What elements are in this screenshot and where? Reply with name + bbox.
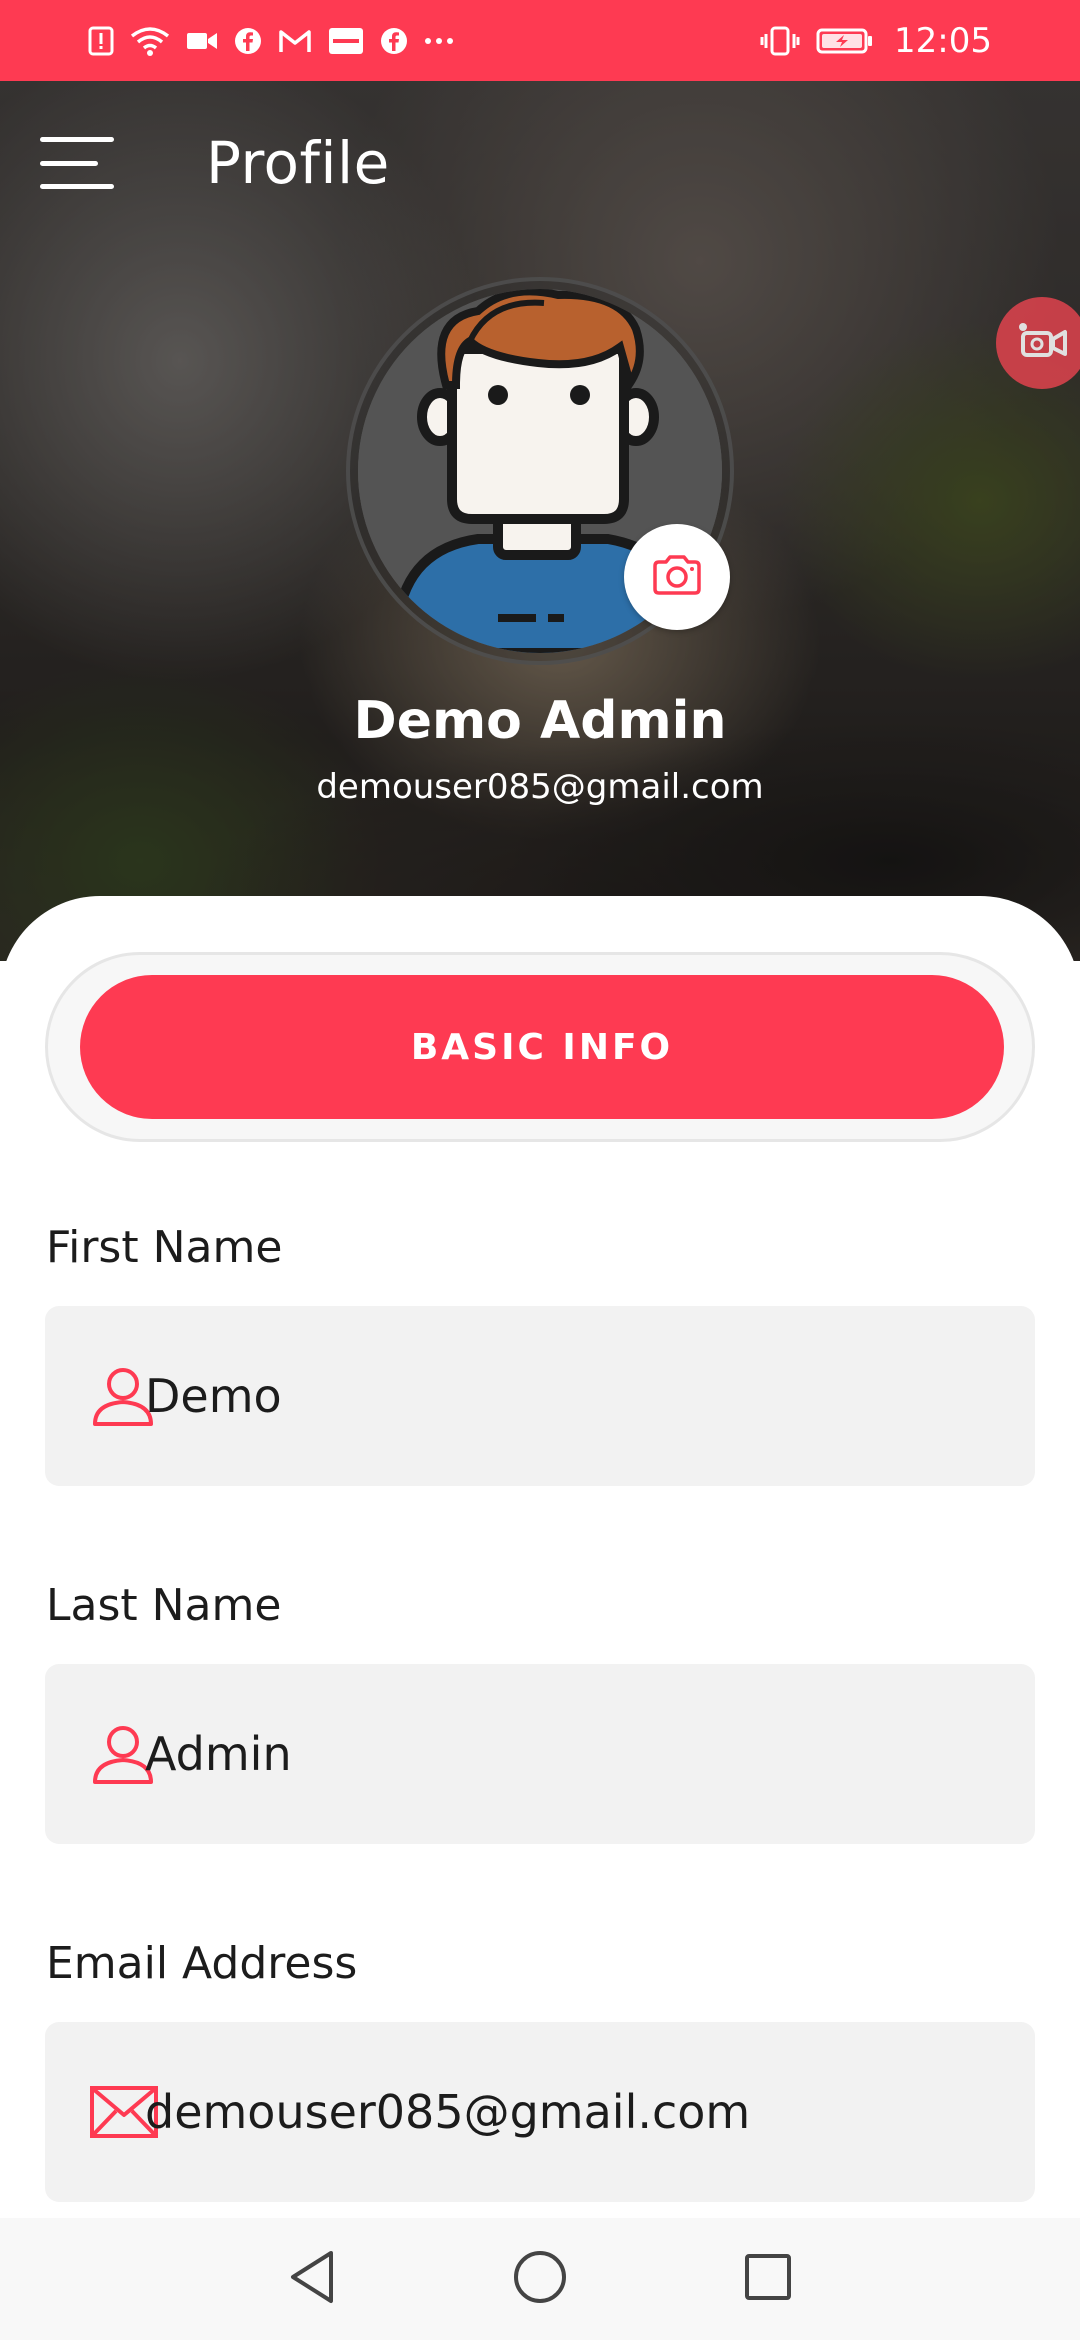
alert-icon [88,26,114,56]
back-icon [287,2249,337,2309]
email-input[interactable] [145,2085,925,2139]
last-name-label: Last Name [46,1580,282,1631]
battery-charging-icon [816,27,874,55]
menu-icon-line [40,160,98,166]
profile-name: Demo Admin [353,691,727,751]
first-name-label: First Name [46,1222,283,1273]
status-bar: 12:05 [0,0,1080,81]
profile-form-card: BASIC INFO First Name Last Name Email Ad… [0,896,1080,2202]
page-title: Profile [206,129,390,197]
navigation-bar [0,2218,1080,2340]
vibrate-icon [760,26,800,56]
video-call-button[interactable] [996,297,1080,389]
menu-icon-line [40,137,114,142]
menu-button[interactable] [40,131,118,195]
camera-icon [651,554,703,600]
recents-icon [743,2252,793,2306]
wifi-icon [130,26,170,56]
status-time: 12:05 [894,20,992,61]
first-name-field[interactable] [45,1306,1035,1486]
facebook-icon [234,27,262,55]
recents-button[interactable] [733,2244,803,2314]
change-photo-button[interactable] [624,524,730,630]
last-name-field[interactable] [45,1664,1035,1844]
facebook-icon [380,27,408,55]
last-name-input[interactable] [145,1727,925,1781]
status-left [88,26,454,56]
video-icon [186,30,218,52]
profile-email: demouser085@gmail.com [316,767,764,807]
email-field[interactable] [45,2022,1035,2202]
tab-bar: BASIC INFO [45,952,1035,1142]
status-right: 12:05 [760,21,992,61]
zomato-icon [328,27,364,55]
profile-header-background: Profile Demo Admin demouser085@gmail.com [0,81,1080,961]
profile-screen: 12:05 Profile Demo Admin demouser085@gma… [0,0,1080,2340]
gmail-icon [278,28,312,54]
more-icon [424,36,454,46]
video-camera-icon [1013,321,1071,365]
home-button[interactable] [505,2244,575,2314]
email-label: Email Address [46,1938,358,1989]
home-icon [512,2249,568,2309]
back-button[interactable] [277,2244,347,2314]
menu-icon-line [40,184,114,189]
first-name-input[interactable] [145,1369,925,1423]
tab-basic-info[interactable]: BASIC INFO [80,975,1004,1119]
